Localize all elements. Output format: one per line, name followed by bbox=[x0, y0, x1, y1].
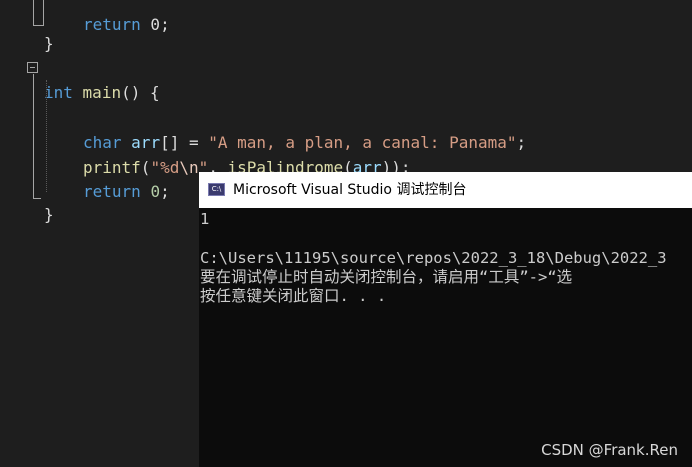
debug-console-window[interactable]: C:\ Microsoft Visual Studio 调试控制台 1 C:\U… bbox=[199, 172, 692, 467]
console-titlebar[interactable]: C:\ Microsoft Visual Studio 调试控制台 bbox=[199, 172, 692, 208]
console-title: Microsoft Visual Studio 调试控制台 bbox=[233, 182, 467, 198]
code-line-close-brace-1: } bbox=[44, 34, 54, 53]
code-line-return: return 0; bbox=[83, 182, 170, 201]
console-line-press-key: 按任意键关闭此窗口. . . bbox=[200, 287, 387, 305]
console-line-hint: 要在调试停止时自动关闭控制台，请启用“工具”->“选 bbox=[200, 268, 573, 286]
code-line-char-arr: char arr[] = "A man, a plan, a canal: Pa… bbox=[83, 133, 527, 152]
console-icon: C:\ bbox=[208, 183, 225, 196]
code-line-printf: printf("%d\n", isPalindrome(arr)); bbox=[83, 158, 411, 177]
indent-guide bbox=[46, 80, 47, 192]
code-line-close-brace-2: } bbox=[44, 205, 54, 224]
console-line-output: 1 bbox=[200, 210, 210, 228]
console-line-path: C:\Users\11195\source\repos\2022_3_18\De… bbox=[200, 249, 667, 267]
watermark: CSDN @Frank.Ren bbox=[541, 441, 678, 459]
scope-guide-line bbox=[43, 0, 44, 26]
